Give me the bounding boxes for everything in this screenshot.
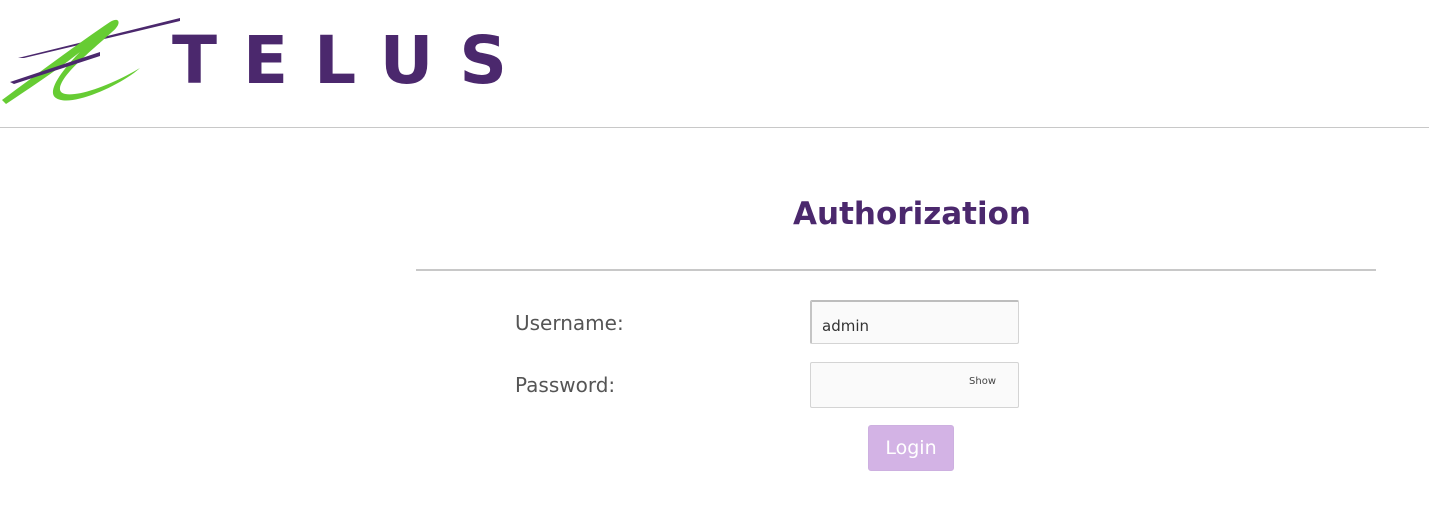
login-button[interactable]: Login (868, 425, 954, 471)
password-input[interactable] (821, 363, 971, 407)
show-password-toggle[interactable]: Show (969, 376, 996, 387)
username-label: Username: (515, 311, 624, 335)
username-input[interactable] (822, 302, 972, 343)
username-field-wrapper (810, 300, 1019, 344)
brand-wordmark: TELUS (172, 22, 533, 99)
password-label: Password: (515, 373, 616, 397)
page-header: TELUS (0, 0, 1429, 128)
password-field-wrapper: Show (810, 362, 1019, 408)
telus-swoosh-icon (2, 18, 180, 104)
page-title: Authorization (793, 196, 1031, 232)
title-divider (416, 269, 1376, 271)
telus-logo: TELUS (0, 12, 507, 107)
